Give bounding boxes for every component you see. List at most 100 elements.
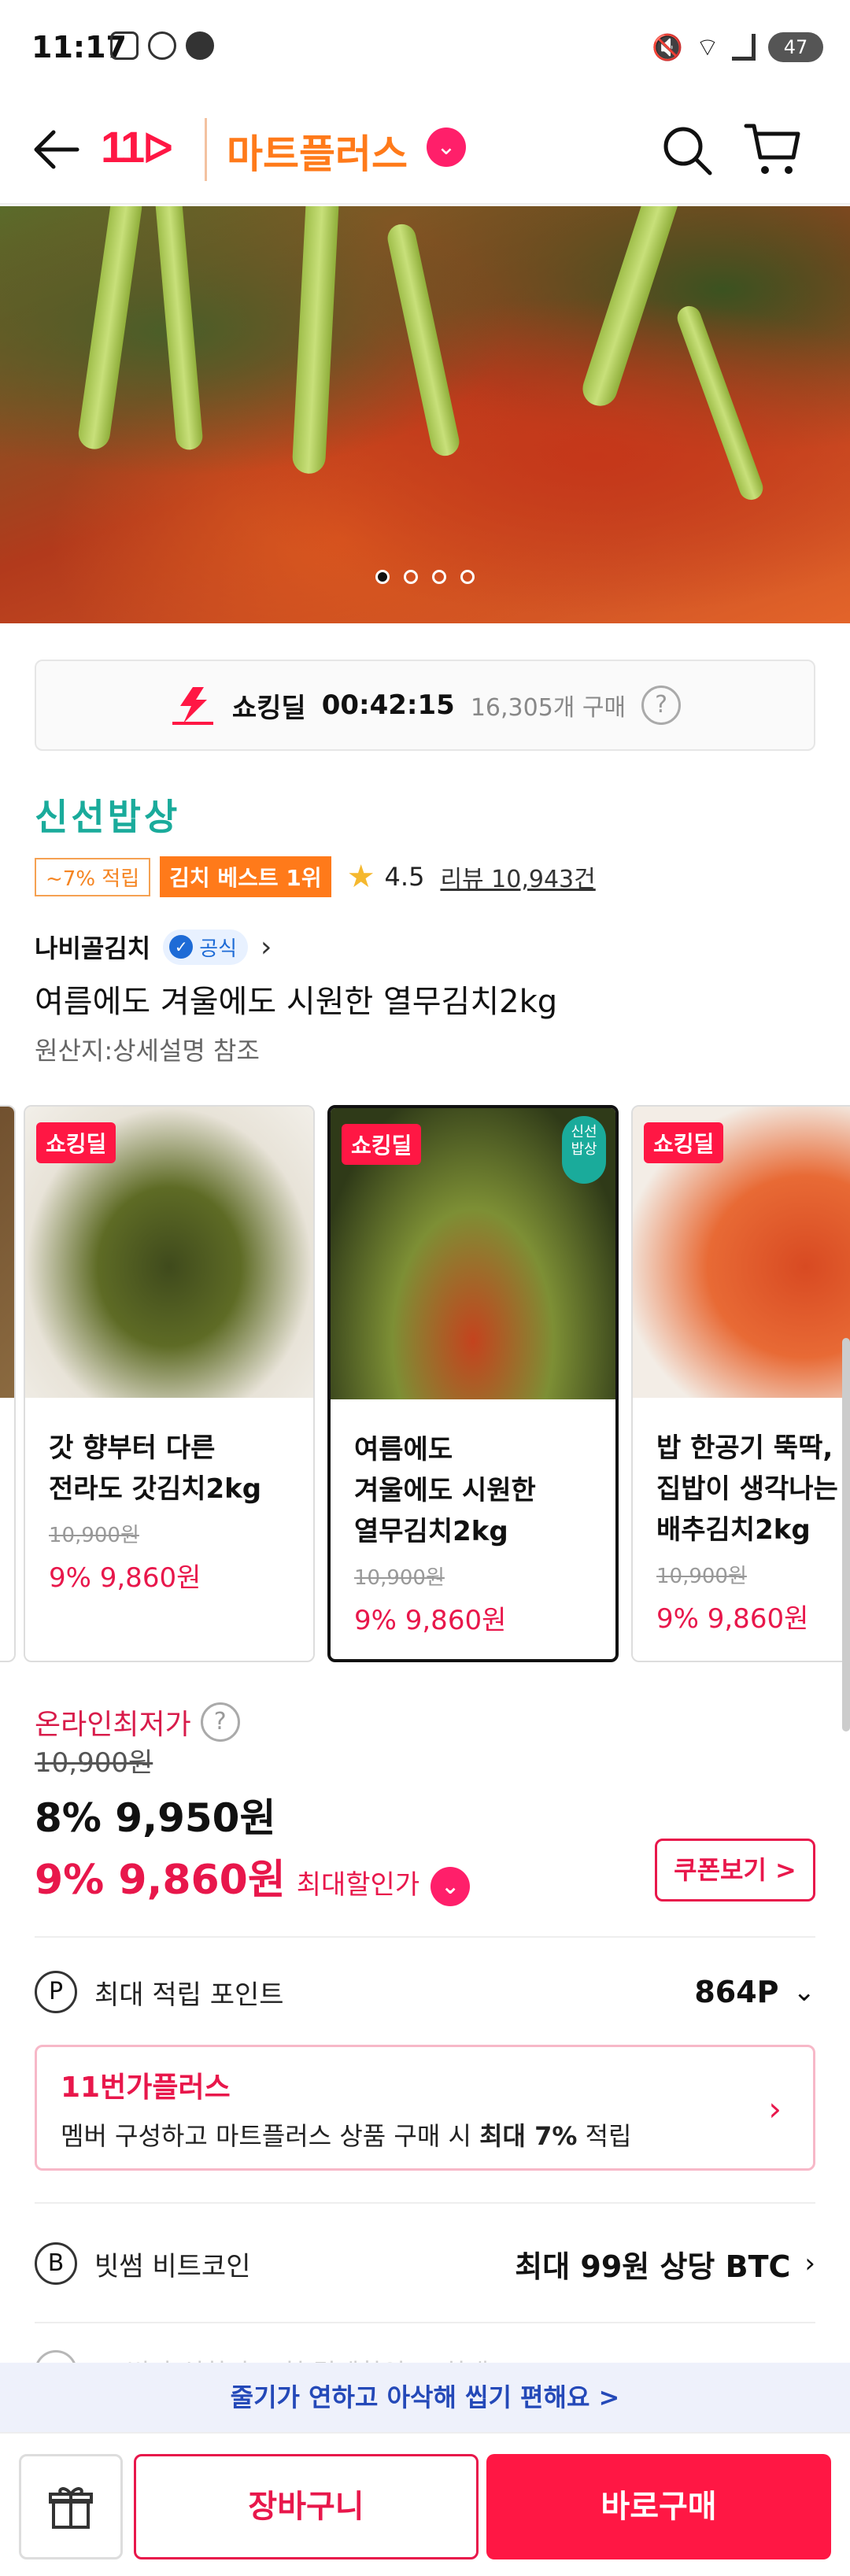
- product-hero-image[interactable]: [0, 206, 850, 623]
- gift-button[interactable]: [19, 2454, 123, 2559]
- bitcoin-icon: B: [35, 2242, 77, 2285]
- slide-dot[interactable]: [404, 570, 418, 584]
- star-icon: ★: [346, 859, 375, 895]
- seller-row[interactable]: 나비골김치 ✓ 공식 ›: [35, 929, 272, 965]
- product-card[interactable]: 쇼킹딜 갓 향부터 다른 전라도 갓김치2kg 10,900원 9% 9,860…: [24, 1105, 315, 1662]
- product-card-image: 쇼킹딜: [25, 1107, 313, 1398]
- chevron-down-icon[interactable]: ⌄: [431, 1867, 471, 1906]
- bitcoin-value: 최대 99원 상당 BTC: [515, 2249, 791, 2284]
- brand-title[interactable]: 마트플러스: [227, 123, 408, 179]
- card-price: 9% 9,860원: [49, 1562, 201, 1594]
- max-point-row[interactable]: P 최대 적립 포인트 864P ⌄: [35, 1964, 815, 2020]
- card-name: 여름에도 겨울에도 시원한 열무김치2kg: [354, 1434, 536, 1547]
- product-title: 여름에도 겨울에도 시원한 열무김치2kg: [35, 984, 558, 1020]
- review-link[interactable]: 리뷰 10,943건: [440, 859, 595, 894]
- product-card-image: 쇼킹딜 신선 밥상: [331, 1108, 615, 1399]
- signal-icon: [732, 34, 756, 61]
- product-badges: ~7% 적립 김치 베스트 1위 ★ 4.5 리뷰 10,943건: [35, 856, 596, 897]
- card-name: 갓 향부터 다른 전라도 갓김치2kg: [49, 1432, 262, 1505]
- point-label: 최대 적립 포인트: [94, 1979, 284, 2011]
- rating-value: 4.5: [384, 862, 425, 892]
- buy-now-button[interactable]: 바로구매: [486, 2454, 831, 2559]
- product-card[interactable]: [0, 1105, 16, 1662]
- help-icon[interactable]: ?: [200, 1702, 240, 1742]
- card-original-price: 10,900원: [49, 1524, 139, 1547]
- official-badge: ✓ 공식: [163, 929, 249, 965]
- bitcoin-row[interactable]: B 빗썸 비트코인 최대 99원 상당 BTC ›: [35, 2234, 815, 2293]
- divider: [35, 2202, 815, 2204]
- product-card-selected[interactable]: 쇼킹딜 신선 밥상 여름에도 겨울에도 시원한 열무김치2kg 10,900원 …: [327, 1105, 619, 1662]
- slide-dot[interactable]: [375, 570, 390, 584]
- point-icon: P: [35, 1971, 77, 2013]
- chevron-down-icon[interactable]: ⌄: [427, 128, 466, 167]
- bottom-action-bar: 장바구니 바로구매: [0, 2432, 850, 2576]
- card-price: 9% 9,860원: [354, 1605, 507, 1636]
- original-price: 10,900원: [35, 1747, 153, 1779]
- wifi-icon: ⌔: [695, 32, 719, 62]
- chevron-down-icon[interactable]: ⌄: [793, 1976, 816, 2008]
- chevron-right-icon[interactable]: ›: [261, 931, 272, 963]
- card-badge: 쇼킹딜: [36, 1122, 116, 1163]
- related-products-carousel[interactable]: 쇼킹딜 갓 향부터 다른 전라도 갓김치2kg 10,900원 9% 9,860…: [0, 1105, 850, 1662]
- system-icons: 🔇 ⌔ 47: [652, 31, 823, 63]
- search-button[interactable]: [660, 123, 715, 178]
- card-original-price: 10,900원: [354, 1566, 445, 1590]
- coupon-button[interactable]: 쿠폰보기 >: [655, 1839, 815, 1902]
- best-badge[interactable]: 김치 베스트 1위: [160, 856, 331, 897]
- status-bar: 11:17 🔇 ⌔ 47: [0, 0, 850, 94]
- site-logo[interactable]: 11ᐅ: [101, 121, 173, 172]
- back-arrow-icon: [34, 130, 79, 169]
- cart-icon: [744, 124, 800, 174]
- point-badge: ~7% 적립: [35, 857, 151, 896]
- product-card[interactable]: 쇼킹딜 밥 한공기 뚝딱, 집밥이 생각나는 배추김치2kg 10,900원 9…: [631, 1105, 850, 1662]
- card-price: 9% 9,860원: [656, 1603, 809, 1635]
- product-origin: 원산지:상세설명 참조: [35, 1036, 260, 1066]
- bitcoin-label: 빗썸 비트코인: [94, 2250, 251, 2282]
- review-tip-banner[interactable]: 줄기가 연하고 아삭해 씹기 편해요 >: [0, 2363, 850, 2432]
- help-icon[interactable]: ?: [641, 686, 682, 725]
- search-icon: [663, 127, 712, 176]
- notification-icon: [186, 31, 214, 60]
- plus-description: 멤버 구성하고 마트플러스 상품 구매 시 최대 7% 적립: [61, 2121, 632, 2151]
- slide-indicator: [0, 570, 850, 584]
- plus-membership-box[interactable]: 11번가플러스 멤버 구성하고 마트플러스 상품 구매 시 최대 7% 적립 ›: [35, 2045, 815, 2171]
- seller-name[interactable]: 나비골김치: [35, 929, 150, 965]
- discounted-price: 8% 9,950원: [35, 1795, 276, 1841]
- plus-title: 11번가플러스: [61, 2072, 231, 2104]
- scrollbar[interactable]: [842, 1338, 850, 1732]
- shocking-deal-banner: 쇼킹딜 00:42:15 16,305개 구매 ?: [35, 660, 815, 751]
- cart-button[interactable]: [743, 120, 803, 179]
- point-value: 864P: [694, 1975, 779, 2009]
- chevron-right-icon: ›: [804, 2248, 815, 2279]
- max-discount-label: 최대할인가: [296, 1869, 420, 1901]
- divider: [35, 2322, 815, 2323]
- verified-icon: ✓: [169, 935, 194, 959]
- store-sticker: 신선 밥상: [562, 1116, 606, 1184]
- divider: [35, 1936, 815, 1938]
- deal-label: 쇼킹딜: [231, 692, 306, 724]
- mute-icon: 🔇: [652, 32, 683, 62]
- notification-icon: [110, 31, 139, 60]
- header-divider: [205, 118, 207, 181]
- chevron-right-icon: ›: [768, 2090, 782, 2128]
- lowest-price-label: 온라인최저가 ?: [35, 1702, 240, 1743]
- gift-icon: [49, 2487, 93, 2529]
- card-original-price: 10,900원: [656, 1565, 747, 1588]
- product-card-image: 쇼킹딜: [633, 1107, 850, 1398]
- max-discount-price[interactable]: 9% 9,860원 최대할인가 ⌄: [35, 1846, 471, 1906]
- slide-dot[interactable]: [460, 570, 475, 584]
- add-to-cart-button[interactable]: 장바구니: [134, 2454, 479, 2559]
- card-name: 밥 한공기 뚝딱, 집밥이 생각나는 배추김치2kg: [656, 1432, 838, 1546]
- deal-timer: 00:42:15: [321, 689, 455, 721]
- notification-icons: [110, 31, 214, 60]
- card-badge: 쇼킹딜: [342, 1124, 422, 1165]
- notification-icon: [148, 31, 176, 60]
- purchase-count: 16,305개 구매: [470, 694, 626, 722]
- app-header: 11ᐅ 마트플러스 ⌄: [0, 94, 850, 205]
- back-button[interactable]: [30, 126, 85, 173]
- shocking-deal-icon: [172, 687, 213, 725]
- battery-icon: 47: [768, 32, 823, 62]
- card-badge: 쇼킹딜: [644, 1122, 724, 1163]
- store-name[interactable]: 신선밥상: [35, 789, 180, 841]
- slide-dot[interactable]: [432, 570, 446, 584]
